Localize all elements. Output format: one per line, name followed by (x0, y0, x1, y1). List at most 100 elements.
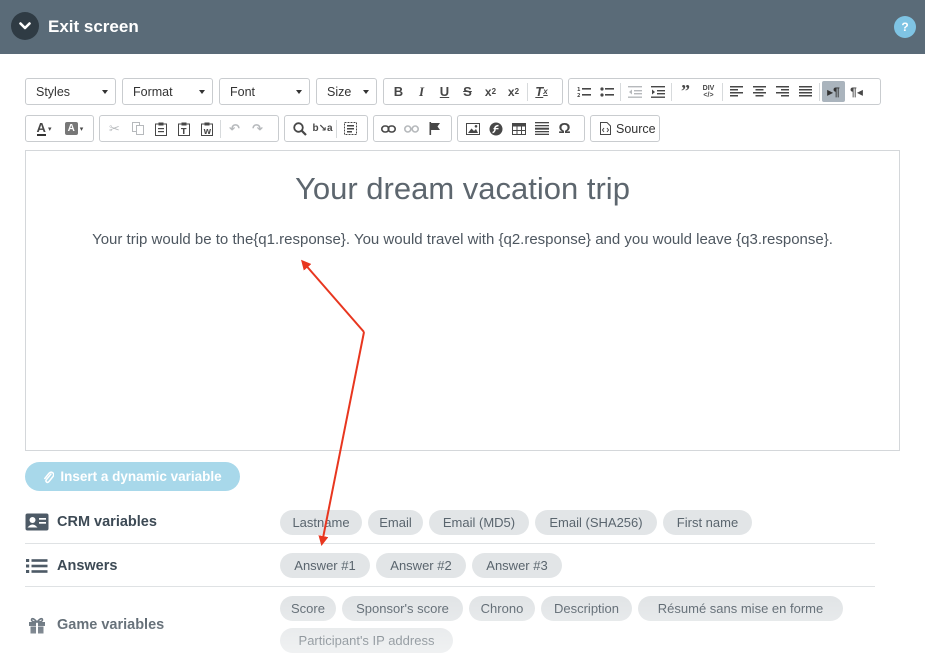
background-color-button[interactable]: A ▾ (59, 118, 89, 139)
unlink-button[interactable] (400, 118, 423, 139)
variable-chip-answer-1[interactable]: Answer #1 (280, 553, 370, 578)
source-button[interactable]: Source (594, 122, 662, 136)
copy-button[interactable] (126, 118, 149, 139)
game-variables-label: Game variables (57, 617, 165, 633)
dropdown-arrow-icon (296, 90, 302, 94)
variable-chip-email-sha256[interactable]: Email (SHA256) (535, 510, 657, 535)
redo-button[interactable]: ↷ (246, 118, 269, 139)
styles-dropdown[interactable]: Styles (25, 78, 116, 105)
background-color-icon: A (64, 122, 78, 135)
replace-button[interactable]: b↘a (311, 118, 334, 139)
list-icon (25, 557, 49, 575)
align-right-button[interactable] (771, 81, 794, 102)
collapse-toggle-button[interactable] (11, 12, 39, 40)
variable-chip-sponsors-score[interactable]: Sponsor's score (342, 596, 463, 621)
separator (620, 82, 621, 101)
superscript-button[interactable]: x2 (502, 81, 525, 102)
anchor-button[interactable] (423, 118, 446, 139)
source-group: Source (590, 115, 660, 142)
bold-button[interactable]: B (387, 81, 410, 102)
crm-variables-label: CRM variables (57, 514, 157, 530)
replace-icon: b↘a (312, 123, 333, 134)
paperclip-icon (44, 470, 55, 483)
variable-chip-first-name[interactable]: First name (663, 510, 752, 535)
undo-icon: ↶ (229, 120, 240, 136)
size-dropdown[interactable]: Size (316, 78, 377, 105)
svg-text:2: 2 (577, 93, 581, 98)
scissors-icon: ✂ (109, 120, 120, 136)
section-divider (25, 543, 875, 544)
image-button[interactable] (461, 118, 484, 139)
undo-button[interactable]: ↶ (223, 118, 246, 139)
text-style-group: B I U S x2 x2 Tx (383, 78, 563, 105)
id-card-icon (25, 513, 49, 531)
align-justify-icon (799, 86, 812, 97)
remove-format-button[interactable]: Tx (530, 81, 553, 102)
link-button[interactable] (377, 118, 400, 139)
header-bar: Exit screen ? (0, 0, 925, 54)
font-dropdown[interactable]: Font (219, 78, 310, 105)
italic-button[interactable]: I (410, 81, 433, 102)
align-center-button[interactable] (748, 81, 771, 102)
editor-heading[interactable]: Your dream vacation trip (26, 171, 899, 207)
select-all-button[interactable] (339, 118, 362, 139)
flash-icon (489, 122, 502, 135)
link-group (373, 115, 452, 142)
align-left-button[interactable] (725, 81, 748, 102)
editor-paragraph[interactable]: Your trip would be to the{q1.response}. … (26, 231, 899, 248)
separator (527, 82, 528, 101)
separator (220, 119, 221, 138)
text-direction-rtl-button[interactable]: ¶◂ (845, 81, 868, 102)
find-group: b↘a (284, 115, 368, 142)
underline-button[interactable]: U (433, 81, 456, 102)
color-group: A ▾ A ▾ (25, 115, 94, 142)
redo-icon: ↷ (252, 120, 263, 136)
decrease-indent-button[interactable] (623, 81, 646, 102)
paste-word-button[interactable]: W (195, 118, 218, 139)
answers-section: Answers (25, 557, 117, 575)
numbered-list-button[interactable]: 12 (572, 81, 595, 102)
align-center-icon (753, 86, 766, 97)
blockquote-button[interactable]: ” (674, 81, 697, 102)
variable-chip-email-md5[interactable]: Email (MD5) (429, 510, 529, 535)
paste-icon (154, 122, 167, 136)
cut-button[interactable]: ✂ (103, 118, 126, 139)
div-container-button[interactable]: DIV </> (697, 81, 720, 102)
search-icon (292, 121, 307, 136)
increase-indent-button[interactable] (646, 81, 669, 102)
variable-chip-answer-2[interactable]: Answer #2 (376, 553, 466, 578)
paste-text-icon: T (177, 122, 190, 136)
dropdown-arrow-icon (363, 90, 369, 94)
page-title: Exit screen (48, 17, 139, 36)
find-button[interactable] (288, 118, 311, 139)
variable-chip-lastname[interactable]: Lastname (280, 510, 362, 535)
variable-chip-chrono[interactable]: Chrono (469, 596, 535, 621)
variable-chip-score[interactable]: Score (280, 596, 336, 621)
justify-button[interactable] (794, 81, 817, 102)
special-character-button[interactable]: Ω (553, 118, 576, 139)
clipboard-group: ✂ T W ↶ ↷ (99, 115, 279, 142)
text-color-button[interactable]: A ▾ (29, 118, 59, 139)
paste-word-icon: W (200, 122, 213, 136)
rich-text-editor[interactable]: Your dream vacation trip Your trip would… (25, 150, 900, 451)
insert-dynamic-variable-button[interactable]: Insert a dynamic variable (25, 462, 240, 491)
paste-text-button[interactable]: T (172, 118, 195, 139)
table-button[interactable] (507, 118, 530, 139)
horizontal-rule-button[interactable] (530, 118, 553, 139)
variable-chip-description[interactable]: Description (541, 596, 632, 621)
strikethrough-button[interactable]: S (456, 81, 479, 102)
subscript-button[interactable]: x2 (479, 81, 502, 102)
bulleted-list-button[interactable] (595, 81, 618, 102)
help-button[interactable]: ? (894, 16, 916, 38)
chevron-down-icon (19, 22, 31, 30)
variable-chip-participant-ip-address[interactable]: Participant's IP address (280, 628, 453, 653)
omega-icon: Ω (558, 120, 571, 137)
flash-button[interactable] (484, 118, 507, 139)
variable-chip-email[interactable]: Email (368, 510, 423, 535)
variable-chip-resume-sans-mise-en-forme[interactable]: Résumé sans mise en forme (638, 596, 843, 621)
link-icon (381, 124, 396, 133)
text-direction-ltr-button[interactable]: ▸¶ (822, 81, 845, 102)
paste-button[interactable] (149, 118, 172, 139)
format-dropdown[interactable]: Format (122, 78, 213, 105)
variable-chip-answer-3[interactable]: Answer #3 (472, 553, 562, 578)
